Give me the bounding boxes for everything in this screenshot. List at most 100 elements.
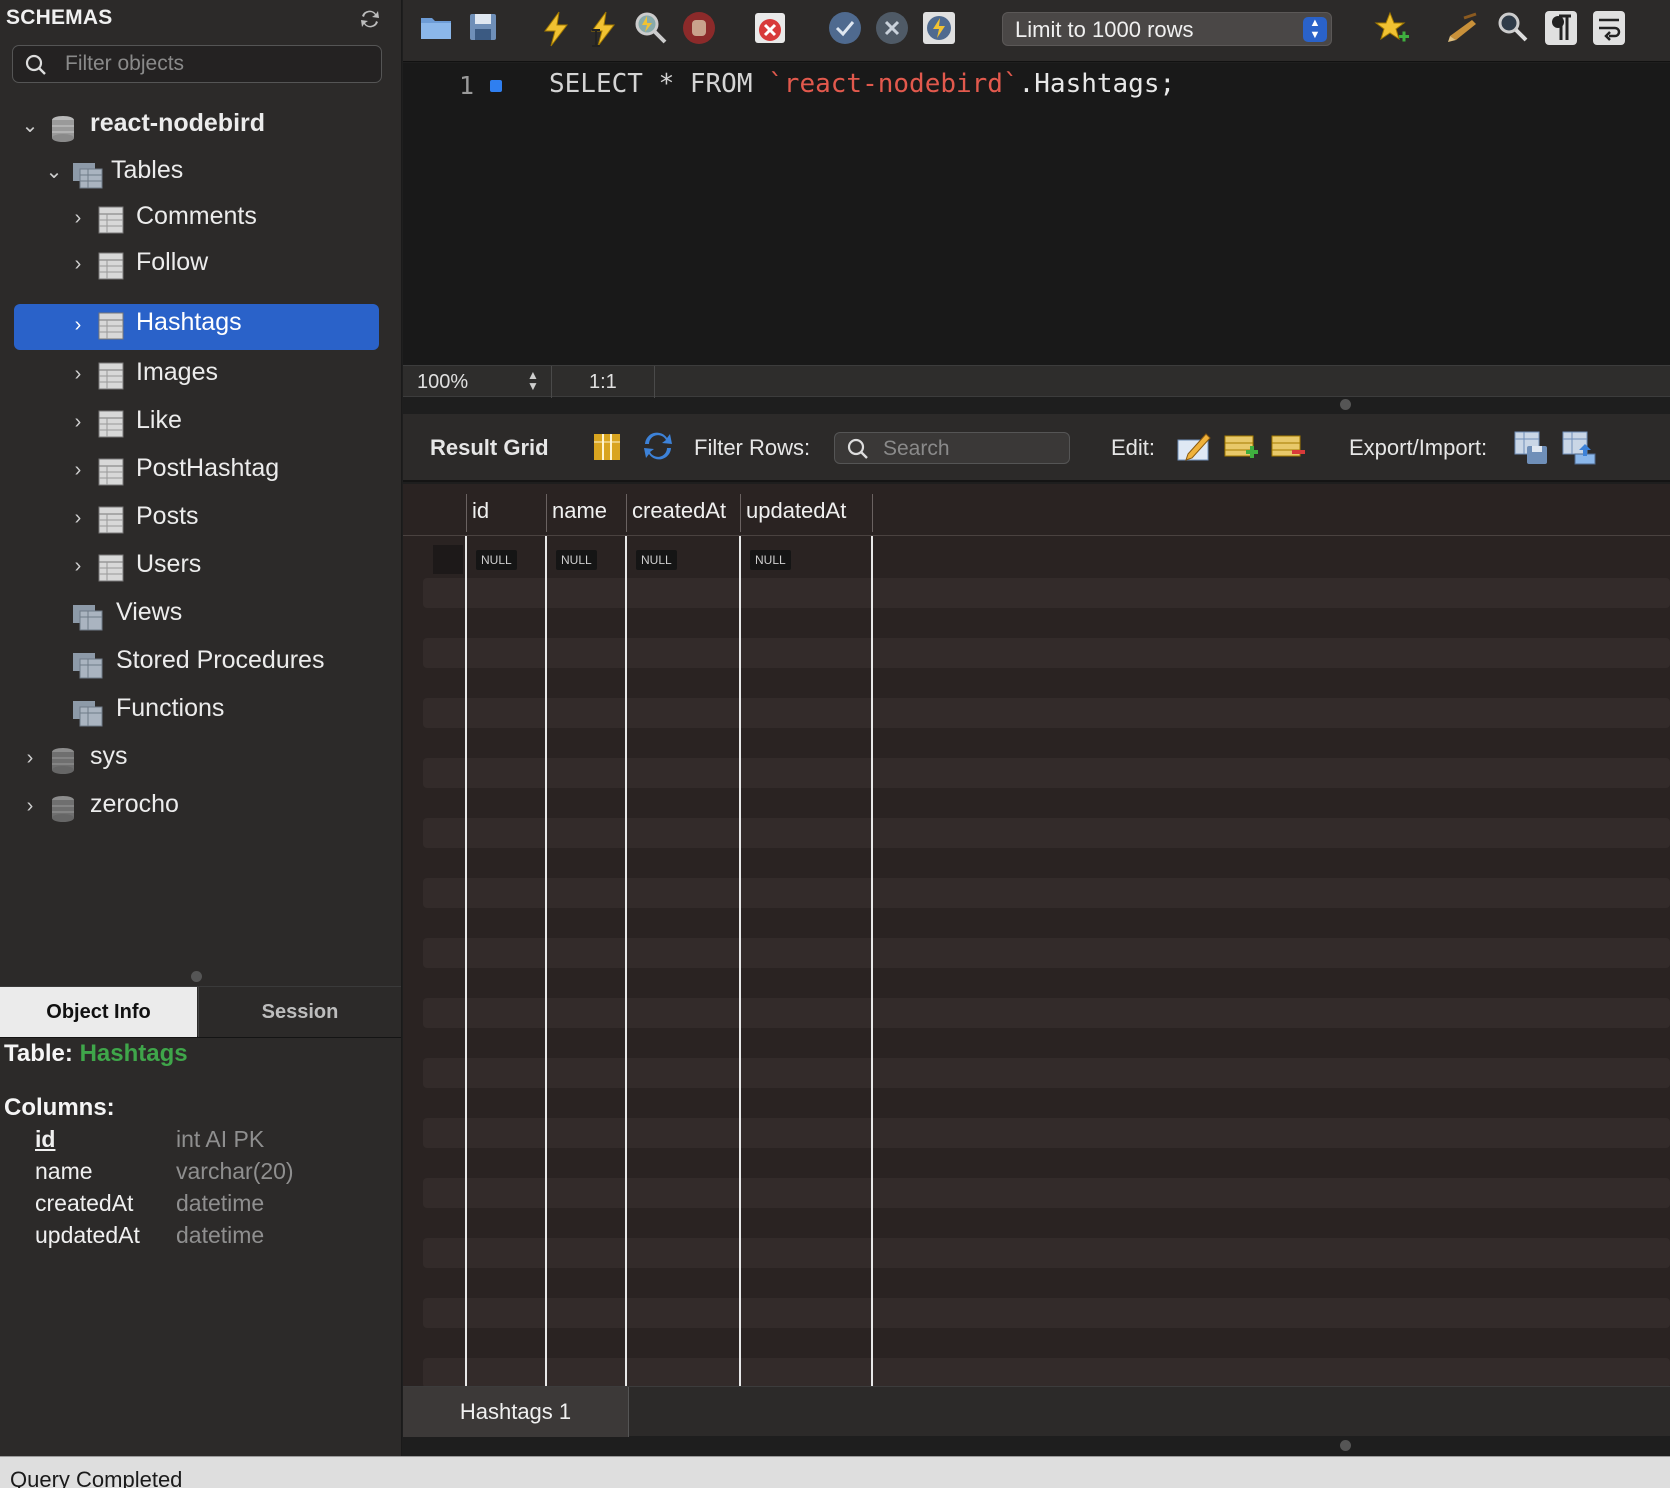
grid-layout-icon[interactable]: [593, 432, 629, 468]
chevron-right-icon[interactable]: ›: [68, 556, 88, 576]
column-divider: [872, 494, 873, 532]
editor-splitter-handle[interactable]: [1340, 399, 1351, 410]
results-splitter-handle[interactable]: [1340, 1440, 1351, 1451]
grid-cell-id[interactable]: NULL: [476, 550, 517, 570]
grid-row-stripe: [423, 1118, 1670, 1148]
chevron-right-icon[interactable]: ›: [68, 208, 88, 228]
result-grid[interactable]: id name createdAt updatedAt NULL NULL NU…: [403, 484, 1670, 1386]
table-item-follow[interactable]: › Follow: [14, 242, 386, 288]
grid-column-header-name[interactable]: name: [552, 498, 607, 524]
sql-statement[interactable]: SELECT * FROM `react-nodebird`.Hashtags;: [549, 69, 1175, 99]
edit-row-pencil-icon[interactable]: [1176, 430, 1212, 466]
search-icon: [25, 54, 47, 81]
table-item-posthashtag[interactable]: › PostHashtag: [14, 448, 386, 494]
object-info-table-name: Hashtags: [79, 1040, 188, 1067]
save-icon[interactable]: [466, 10, 502, 48]
explain-magnifier-icon[interactable]: [633, 10, 669, 48]
chevron-right-icon[interactable]: ›: [68, 364, 88, 384]
delete-row-icon[interactable]: [1270, 430, 1306, 466]
tree-folder-tables[interactable]: ⌄ Tables: [14, 150, 386, 196]
zoom-stepper-icon[interactable]: ▲ ▼: [527, 369, 543, 392]
filter-objects-input[interactable]: [65, 51, 365, 77]
table-item-images[interactable]: › Images: [14, 352, 386, 398]
grid-column-header-updatedat[interactable]: updatedAt: [746, 498, 846, 524]
tab-object-info[interactable]: Object Info: [0, 987, 197, 1037]
stop-hand-icon[interactable]: [681, 10, 717, 48]
column-type: datetime: [176, 1190, 265, 1216]
filter-rows-input[interactable]: [883, 436, 1063, 461]
chevron-right-icon[interactable]: ›: [68, 254, 88, 274]
cursor-position: 1:1: [589, 371, 617, 393]
schema-react-nodebird[interactable]: ⌄ react-nodebird: [14, 104, 386, 150]
tree-folder-views[interactable]: Views: [14, 592, 386, 638]
column-divider: [740, 494, 741, 532]
column-divider: [626, 494, 627, 532]
table-item-posts[interactable]: › Posts: [14, 496, 386, 542]
commit-check-icon[interactable]: [827, 10, 863, 48]
tree-folder-stored-procedures[interactable]: Stored Procedures: [14, 640, 386, 686]
table-label: Posts: [136, 502, 199, 530]
table-item-comments[interactable]: › Comments: [14, 196, 386, 242]
column-divider: [546, 494, 547, 532]
limit-rows-select[interactable]: Limit to 1000 rows ▲ ▼: [1002, 12, 1332, 46]
table-item-like[interactable]: › Like: [14, 400, 386, 446]
table-item-users[interactable]: › Users: [14, 544, 386, 590]
grid-row-stripe: [423, 818, 1670, 848]
import-icon[interactable]: [1561, 430, 1597, 466]
grid-cell-createdat[interactable]: NULL: [636, 550, 677, 570]
schema-sys[interactable]: › sys: [14, 736, 386, 782]
schema-zerocho[interactable]: › zerocho: [14, 784, 386, 830]
database-icon: [50, 794, 76, 829]
sidebar-splitter-handle[interactable]: [191, 971, 202, 982]
refresh-arrows-icon[interactable]: [641, 430, 677, 466]
rollback-x-icon[interactable]: [874, 10, 910, 48]
filter-rows-search-box[interactable]: [834, 432, 1070, 464]
invisible-chars-pilcrow-icon[interactable]: [1544, 10, 1580, 48]
autocommit-toggle-icon[interactable]: [921, 10, 957, 48]
chevron-updown-icon[interactable]: ▲ ▼: [1303, 17, 1327, 42]
refresh-schemas-icon[interactable]: [358, 8, 380, 28]
chevron-down-icon[interactable]: ⌄: [20, 116, 40, 136]
search-icon: [847, 438, 869, 465]
sql-toolbar: Limit to 1000 rows ▲ ▼: [403, 0, 1670, 62]
execute-lightning-icon[interactable]: [539, 10, 575, 48]
sql-editor[interactable]: 1 SELECT * FROM `react-nodebird`.Hashtag…: [403, 63, 1670, 365]
tab-session[interactable]: Session: [198, 987, 401, 1037]
word-wrap-icon[interactable]: [1592, 10, 1628, 48]
grid-column-line: [625, 536, 627, 1386]
add-snippet-star-icon[interactable]: [1373, 10, 1409, 48]
chevron-down-icon[interactable]: ⌄: [44, 162, 64, 182]
row-selector[interactable]: [433, 545, 463, 574]
tree-folder-label: Stored Procedures: [116, 646, 325, 674]
chevron-right-icon[interactable]: ›: [68, 412, 88, 432]
grid-cell-updatedat[interactable]: NULL: [750, 550, 791, 570]
execute-current-statement-icon[interactable]: [586, 10, 622, 48]
export-icon[interactable]: [1513, 430, 1549, 466]
column-divider: [466, 494, 467, 532]
beautify-broom-icon[interactable]: [1444, 10, 1480, 48]
result-grid-label: Result Grid: [430, 435, 549, 460]
chevron-right-icon[interactable]: ›: [20, 748, 40, 768]
find-magnifier-icon[interactable]: [1496, 10, 1532, 48]
chevron-right-icon[interactable]: ›: [68, 508, 88, 528]
chevron-right-icon[interactable]: ›: [68, 315, 88, 335]
stop-on-error-icon[interactable]: [752, 10, 788, 48]
chevron-right-icon[interactable]: ›: [20, 796, 40, 816]
grid-row-stripe: [423, 1358, 1670, 1386]
table-label: Users: [136, 550, 202, 578]
filter-objects-box[interactable]: [12, 45, 382, 83]
grid-cell-name[interactable]: NULL: [556, 550, 597, 570]
result-tab-hashtags-1[interactable]: Hashtags 1: [403, 1387, 629, 1437]
grid-column-header-createdat[interactable]: createdAt: [632, 498, 726, 524]
insert-row-icon[interactable]: [1223, 430, 1259, 466]
edit-label: Edit:: [1111, 435, 1156, 460]
object-info-panel: Table: Hashtags Columns: id int AI PK na…: [0, 1038, 401, 1428]
tree-folder-functions[interactable]: Functions: [14, 688, 386, 734]
table-label: Hashtags: [136, 308, 242, 336]
grid-column-header-id[interactable]: id: [472, 498, 489, 524]
chevron-right-icon[interactable]: ›: [68, 460, 88, 480]
grid-column-line: [465, 536, 467, 1386]
object-info-table-line: Table: Hashtags: [4, 1040, 188, 1068]
open-folder-icon[interactable]: [419, 10, 455, 48]
table-item-hashtags[interactable]: › Hashtags: [14, 304, 379, 350]
